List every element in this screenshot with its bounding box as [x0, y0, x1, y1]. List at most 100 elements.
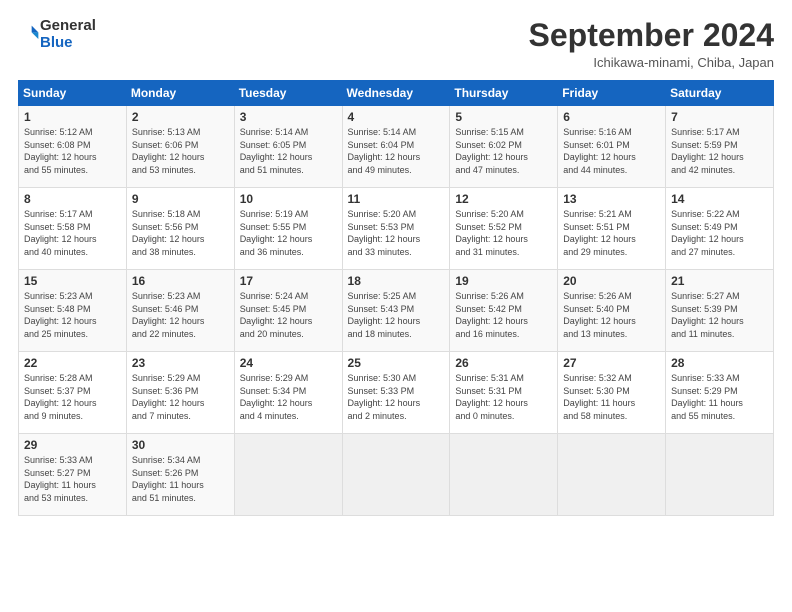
calendar-cell: 13Sunrise: 5:21 AM Sunset: 5:51 PM Dayli… [558, 188, 666, 270]
day-info: Sunrise: 5:22 AM Sunset: 5:49 PM Dayligh… [671, 208, 768, 258]
calendar-cell: 29 Sunrise: 5:33 AM Sunset: 5:27 PM Dayli… [19, 434, 127, 516]
day-number: 4 [348, 110, 445, 124]
calendar-cell: 1 Sunrise: 5:12 AM Sunset: 6:08 PM Daylig… [19, 106, 127, 188]
calendar: Sunday Monday Tuesday Wednesday Thursday… [18, 80, 774, 516]
header-friday: Friday [558, 81, 666, 106]
calendar-cell: 14 Sunrise: 5:22 AM Sunset: 5:49 PM Dayli… [666, 188, 774, 270]
day-info: Sunrise: 5:19 AM Sunset: 5:55 PM Dayligh… [240, 208, 337, 258]
calendar-cell: 12 Sunrise: 5:20 AM Sunset: 5:52 PM Dayli… [450, 188, 558, 270]
day-number: 30 [132, 438, 229, 452]
day-number: 18 [348, 274, 445, 288]
day-info: Sunrise: 5:31 AM Sunset: 5:31 PM Dayligh… [455, 372, 552, 422]
day-number: 27 [563, 356, 660, 370]
calendar-cell: 27 Sunrise: 5:32 AM Sunset: 5:30 PM Dayli… [558, 352, 666, 434]
day-number: 5 [455, 110, 552, 124]
day-info: Sunrise: 5:33 AM Sunset: 5:27 PM Dayligh… [24, 454, 121, 504]
day-info: Sunrise: 5:34 AM Sunset: 5:26 PM Dayligh… [132, 454, 229, 504]
day-info: Sunrise: 5:20 AM Sunset: 5:52 PM Dayligh… [455, 208, 552, 258]
day-info: Sunrise: 5:18 AM Sunset: 5:56 PM Dayligh… [132, 208, 229, 258]
calendar-cell: 17 Sunrise: 5:24 AM Sunset: 5:45 PM Dayli… [234, 270, 342, 352]
calendar-cell: 23 Sunrise: 5:29 AM Sunset: 5:36 PM Dayli… [126, 352, 234, 434]
day-info: Sunrise: 5:33 AM Sunset: 5:29 PM Dayligh… [671, 372, 768, 422]
calendar-week-2: 8 Sunrise: 5:17 AM Sunset: 5:58 PM Daylig… [19, 188, 774, 270]
calendar-week-4: 22 Sunrise: 5:28 AM Sunset: 5:37 PM Dayli… [19, 352, 774, 434]
header-sunday: Sunday [19, 81, 127, 106]
calendar-cell: 21Sunrise: 5:27 AM Sunset: 5:39 PM Dayli… [666, 270, 774, 352]
day-number: 25 [348, 356, 445, 370]
logo-general-text: General [40, 18, 96, 35]
calendar-cell [342, 434, 450, 516]
calendar-cell: 28 Sunrise: 5:33 AM Sunset: 5:29 PM Dayli… [666, 352, 774, 434]
logo-blue-text: Blue [40, 35, 96, 52]
day-info: Sunrise: 5:14 AM Sunset: 6:05 PM Dayligh… [240, 126, 337, 176]
calendar-cell: 18 Sunrise: 5:25 AM Sunset: 5:43 PM Dayli… [342, 270, 450, 352]
calendar-cell: 4 Sunrise: 5:14 AM Sunset: 6:04 PM Daylig… [342, 106, 450, 188]
calendar-cell: 5 Sunrise: 5:15 AM Sunset: 6:02 PM Daylig… [450, 106, 558, 188]
location: Ichikawa-minami, Chiba, Japan [529, 55, 774, 70]
day-number: 14 [671, 192, 768, 206]
calendar-cell: 7 Sunrise: 5:17 AM Sunset: 5:59 PM Daylig… [666, 106, 774, 188]
day-number: 21 [671, 274, 768, 288]
day-info: Sunrise: 5:12 AM Sunset: 6:08 PM Dayligh… [24, 126, 121, 176]
day-info: Sunrise: 5:20 AM Sunset: 5:53 PM Dayligh… [348, 208, 445, 258]
day-number: 22 [24, 356, 121, 370]
day-number: 16 [132, 274, 229, 288]
day-number: 2 [132, 110, 229, 124]
header-monday: Monday [126, 81, 234, 106]
calendar-week-3: 15Sunrise: 5:23 AM Sunset: 5:48 PM Dayli… [19, 270, 774, 352]
calendar-cell: 10 Sunrise: 5:19 AM Sunset: 5:55 PM Dayli… [234, 188, 342, 270]
month-title: September 2024 [529, 18, 774, 53]
day-number: 26 [455, 356, 552, 370]
day-number: 3 [240, 110, 337, 124]
day-number: 12 [455, 192, 552, 206]
day-number: 10 [240, 192, 337, 206]
day-info: Sunrise: 5:13 AM Sunset: 6:06 PM Dayligh… [132, 126, 229, 176]
calendar-cell: 25Sunrise: 5:30 AM Sunset: 5:33 PM Dayli… [342, 352, 450, 434]
day-info: Sunrise: 5:17 AM Sunset: 5:58 PM Dayligh… [24, 208, 121, 258]
day-info: Sunrise: 5:17 AM Sunset: 5:59 PM Dayligh… [671, 126, 768, 176]
day-info: Sunrise: 5:25 AM Sunset: 5:43 PM Dayligh… [348, 290, 445, 340]
calendar-cell: 16 Sunrise: 5:23 AM Sunset: 5:46 PM Dayli… [126, 270, 234, 352]
calendar-header-row: Sunday Monday Tuesday Wednesday Thursday… [19, 81, 774, 106]
logo: General Blue [18, 18, 96, 51]
calendar-cell: 19 Sunrise: 5:26 AM Sunset: 5:42 PM Dayli… [450, 270, 558, 352]
day-number: 24 [240, 356, 337, 370]
day-number: 15 [24, 274, 121, 288]
day-number: 19 [455, 274, 552, 288]
day-number: 9 [132, 192, 229, 206]
day-number: 6 [563, 110, 660, 124]
calendar-cell: 30 Sunrise: 5:34 AM Sunset: 5:26 PM Dayli… [126, 434, 234, 516]
day-number: 23 [132, 356, 229, 370]
day-info: Sunrise: 5:24 AM Sunset: 5:45 PM Dayligh… [240, 290, 337, 340]
calendar-cell: 24Sunrise: 5:29 AM Sunset: 5:34 PM Dayli… [234, 352, 342, 434]
day-info: Sunrise: 5:29 AM Sunset: 5:36 PM Dayligh… [132, 372, 229, 422]
day-number: 17 [240, 274, 337, 288]
day-number: 28 [671, 356, 768, 370]
day-info: Sunrise: 5:14 AM Sunset: 6:04 PM Dayligh… [348, 126, 445, 176]
day-number: 1 [24, 110, 121, 124]
calendar-cell: 3 Sunrise: 5:14 AM Sunset: 6:05 PM Daylig… [234, 106, 342, 188]
day-info: Sunrise: 5:16 AM Sunset: 6:01 PM Dayligh… [563, 126, 660, 176]
day-info: Sunrise: 5:23 AM Sunset: 5:46 PM Dayligh… [132, 290, 229, 340]
calendar-cell: 22 Sunrise: 5:28 AM Sunset: 5:37 PM Dayli… [19, 352, 127, 434]
day-number: 29 [24, 438, 121, 452]
day-info: Sunrise: 5:15 AM Sunset: 6:02 PM Dayligh… [455, 126, 552, 176]
title-block: September 2024 Ichikawa-minami, Chiba, J… [529, 18, 774, 70]
day-info: Sunrise: 5:26 AM Sunset: 5:40 PM Dayligh… [563, 290, 660, 340]
day-info: Sunrise: 5:32 AM Sunset: 5:30 PM Dayligh… [563, 372, 660, 422]
header-wednesday: Wednesday [342, 81, 450, 106]
header-thursday: Thursday [450, 81, 558, 106]
calendar-cell [558, 434, 666, 516]
calendar-cell: 20Sunrise: 5:26 AM Sunset: 5:40 PM Dayli… [558, 270, 666, 352]
logo-icon [20, 24, 40, 44]
calendar-cell: 6 Sunrise: 5:16 AM Sunset: 6:01 PM Daylig… [558, 106, 666, 188]
day-number: 7 [671, 110, 768, 124]
calendar-week-1: 1 Sunrise: 5:12 AM Sunset: 6:08 PM Daylig… [19, 106, 774, 188]
day-info: Sunrise: 5:28 AM Sunset: 5:37 PM Dayligh… [24, 372, 121, 422]
calendar-cell: 11Sunrise: 5:20 AM Sunset: 5:53 PM Dayli… [342, 188, 450, 270]
calendar-cell: 26 Sunrise: 5:31 AM Sunset: 5:31 PM Dayli… [450, 352, 558, 434]
calendar-cell: 9 Sunrise: 5:18 AM Sunset: 5:56 PM Daylig… [126, 188, 234, 270]
calendar-cell [234, 434, 342, 516]
day-number: 8 [24, 192, 121, 206]
day-info: Sunrise: 5:26 AM Sunset: 5:42 PM Dayligh… [455, 290, 552, 340]
